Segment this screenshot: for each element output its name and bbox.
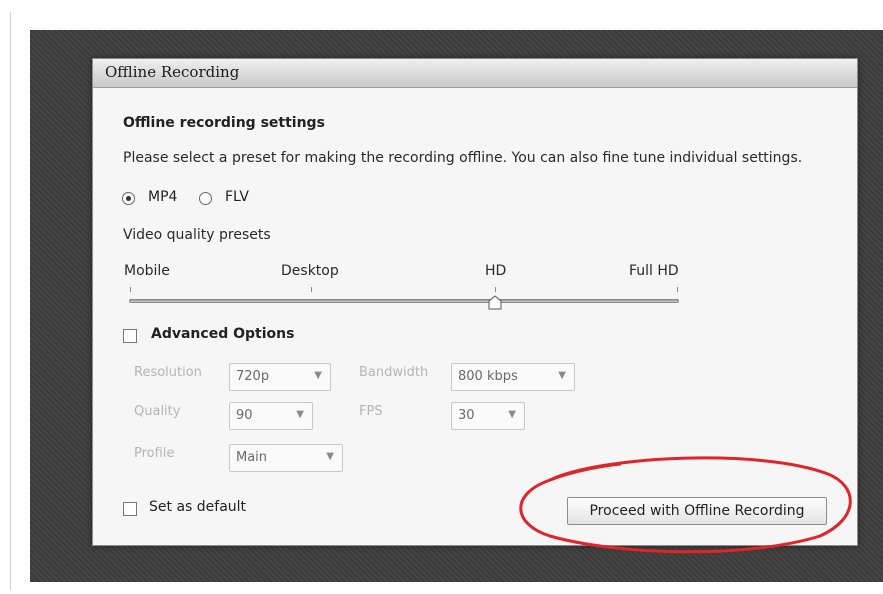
tick-mark bbox=[495, 287, 496, 292]
chevron-down-icon: ▼ bbox=[508, 409, 516, 420]
flv-label[interactable]: FLV bbox=[225, 189, 249, 205]
dialog-title: Offline Recording bbox=[105, 63, 240, 81]
settings-description: Please select a preset for making the re… bbox=[123, 150, 803, 166]
advanced-options-checkbox[interactable] bbox=[123, 329, 137, 343]
fps-select[interactable]: 30 ▼ bbox=[451, 402, 525, 430]
advanced-options-label[interactable]: Advanced Options bbox=[151, 326, 294, 342]
fps-value: 30 bbox=[458, 408, 475, 423]
tick-mark bbox=[130, 287, 131, 292]
bandwidth-label: Bandwidth bbox=[359, 365, 429, 380]
resolution-label: Resolution bbox=[134, 365, 202, 380]
fps-label: FPS bbox=[359, 404, 383, 419]
preset-label-mobile: Mobile bbox=[124, 263, 170, 279]
quality-select[interactable]: 90 ▼ bbox=[229, 402, 313, 430]
quality-presets-label: Video quality presets bbox=[123, 227, 271, 243]
tick-mark bbox=[677, 287, 678, 292]
flv-radio[interactable] bbox=[199, 192, 212, 205]
quality-value: 90 bbox=[236, 408, 253, 423]
annotation-circle bbox=[519, 456, 852, 554]
resolution-select[interactable]: 720p ▼ bbox=[229, 363, 331, 391]
set-default-label[interactable]: Set as default bbox=[149, 499, 246, 515]
bandwidth-value: 800 kbps bbox=[458, 369, 518, 384]
settings-heading: Offline recording settings bbox=[123, 115, 325, 131]
mp4-label[interactable]: MP4 bbox=[148, 189, 177, 205]
set-default-checkbox[interactable] bbox=[123, 502, 137, 516]
dialog-titlebar[interactable]: Offline Recording bbox=[93, 59, 857, 88]
bandwidth-select[interactable]: 800 kbps ▼ bbox=[451, 363, 575, 391]
quality-label: Quality bbox=[134, 404, 181, 419]
profile-value: Main bbox=[236, 450, 268, 465]
tick-mark bbox=[311, 287, 312, 292]
profile-select[interactable]: Main ▼ bbox=[229, 444, 343, 472]
preset-label-desktop: Desktop bbox=[281, 263, 339, 279]
chevron-down-icon: ▼ bbox=[314, 370, 322, 381]
page-border bbox=[10, 12, 11, 590]
radio-selected-dot bbox=[126, 196, 131, 201]
chevron-down-icon: ▼ bbox=[296, 409, 304, 420]
profile-label: Profile bbox=[134, 446, 175, 461]
preset-label-full-hd: Full HD bbox=[629, 263, 679, 279]
chevron-down-icon: ▼ bbox=[326, 451, 334, 462]
slider-thumb-icon[interactable] bbox=[488, 295, 502, 310]
preset-label-hd: HD bbox=[485, 263, 507, 279]
mp4-radio[interactable] bbox=[122, 192, 135, 205]
chevron-down-icon: ▼ bbox=[558, 370, 566, 381]
quality-slider-track[interactable] bbox=[129, 299, 679, 303]
resolution-value: 720p bbox=[236, 369, 270, 384]
